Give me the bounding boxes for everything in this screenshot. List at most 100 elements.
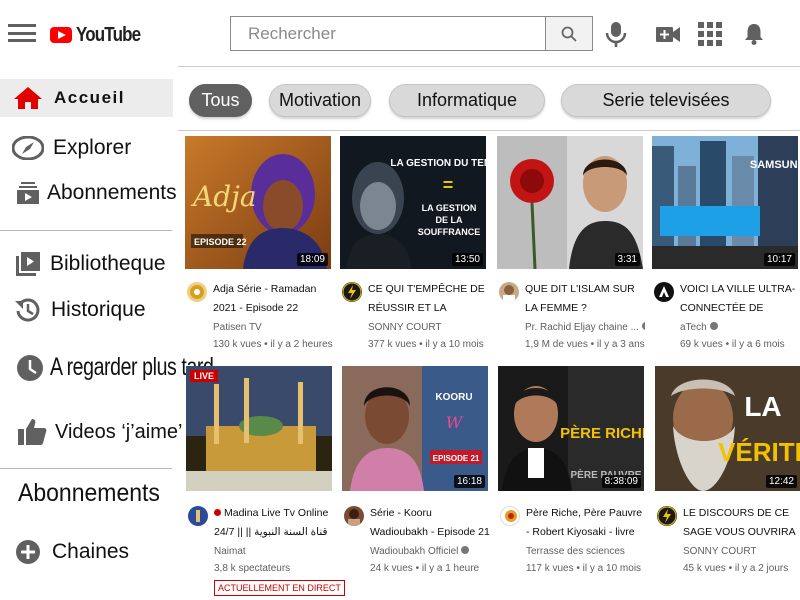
thumb-text-gestion-2: LA GESTION DE LA SOUFFRANCE [417,203,481,237]
verified-icon [461,546,470,555]
channel-avatar[interactable] [500,506,520,526]
sidebar-item-accueil[interactable]: Accueil [0,79,173,117]
channel-name[interactable]: aTech [680,321,800,335]
sidebar-item-historique[interactable]: Historique [0,296,146,324]
video-title-text: Madina Live Tv Online 24/7 || قناة السنة… [214,507,329,538]
channel-avatar[interactable] [188,506,208,526]
sidebar-item-videos-jaime[interactable]: Videos ‘j’aime’ [0,418,182,446]
video-duration: 18:09 [296,253,328,266]
channel-name[interactable]: Pr. Rachid Eljay chaine ... [525,321,645,335]
video-thumbnail[interactable]: PÈRE RICHE PÈRE PAUVRE 8:38:09 [498,366,644,491]
create-video-icon[interactable] [654,20,682,48]
channel-name-text: aTech [680,322,707,333]
video-duration: 3:31 [614,253,640,266]
video-stats: 117 k vues • il y a 10 mois [526,563,642,574]
video-thumbnail[interactable]: KOORU W EPISODE 21 16:18 [342,366,488,491]
video-stats: 130 k vues • il y a 2 heures [213,339,333,350]
video-stats: 3,8 k spectateurs [214,563,291,574]
clock-icon [14,354,46,382]
chip-motivation[interactable]: Motivation [269,84,371,117]
sidebar-section-heading: Abonnements [18,479,160,507]
video-title[interactable]: QUE DIT L'ISLAM SUR LA FEMME ? [525,280,645,318]
microphone-icon[interactable] [602,20,630,48]
thumb-text-pere-riche: PÈRE RICHE [560,425,644,442]
search-button[interactable] [545,16,593,51]
channel-avatar[interactable] [342,282,362,302]
subscriptions-icon [12,179,44,207]
sidebar-item-label: Explorer [53,136,132,159]
channel-name[interactable]: Terrasse des sciences [526,545,646,559]
apps-grid-icon[interactable] [696,20,724,48]
video-card[interactable]: LIVE Madina Live Tv Online 24/7 || قناة … [186,366,345,596]
verified-icon [641,322,645,331]
video-thumbnail[interactable]: LA VÉRITÉ 12:42 [655,366,800,491]
sidebar-item-abonnements[interactable]: Abonnements [0,179,177,207]
channel-name[interactable]: Naimat [214,545,334,559]
search-input[interactable] [231,17,546,50]
chip-serie-televisees[interactable]: Serie televisées [561,84,771,117]
thumb-text-verite: VÉRITÉ [718,437,800,467]
sidebar-item-bibliotheque[interactable]: Bibliotheque [0,250,166,278]
verified-icon [709,322,718,331]
video-title[interactable]: Adja Série - Ramadan 2021 - Episode 22 [213,280,333,318]
video-title[interactable]: Madina Live Tv Online 24/7 || قناة السنة… [214,504,334,542]
sidebar-item-label: Abonnements [47,181,177,204]
channel-name[interactable]: Wadioubakh Officiel [370,545,490,559]
chip-tous[interactable]: Tous [189,84,252,117]
channel-name[interactable]: Patisen TV [213,321,333,335]
video-duration: 12:42 [765,475,797,488]
video-card[interactable]: Adja EPISODE 22 18:09 Adja Série - Ramad… [185,136,333,352]
channel-name[interactable]: SONNY COURT [368,321,488,335]
live-tag: LIVE [190,370,219,382]
live-now-badge: ACTUELLEMENT EN DIRECT [214,580,345,596]
video-duration: 16:18 [453,475,485,488]
menu-icon[interactable] [8,24,36,42]
video-title[interactable]: Série - Kooru Wadioubakh - Episode 21 [370,504,490,542]
home-icon [12,84,44,112]
add-circle-icon [12,538,44,566]
video-card[interactable]: 3:31 QUE DIT L'ISLAM SUR LA FEMME ? Pr. … [497,136,645,352]
video-thumbnail[interactable]: LIVE [186,366,332,491]
live-dot-icon [214,508,221,516]
channel-avatar[interactable] [654,282,674,302]
sidebar-divider [0,468,172,469]
channel-name[interactable]: SONNY COURT [683,545,800,559]
notifications-bell-icon[interactable] [740,20,768,48]
thumb-text-episode: EPISODE 22 [194,237,247,247]
video-card[interactable]: PÈRE RICHE PÈRE PAUVRE 8:38:09 Père Rich… [498,366,646,576]
sidebar-item-label: Videos ‘j’aime’ [55,420,183,443]
video-card[interactable]: KOORU W EPISODE 21 16:18 Série - Kooru W… [342,366,490,576]
thumb-text-kooru: KOORU [435,392,472,403]
logo-text: YouTube [76,23,141,46]
video-title[interactable]: CE QUI T'EMPÊCHE DE RÉUSSIR ET LA SOLUTI… [368,280,488,318]
sidebar-item-chaines[interactable]: Chaines [0,538,129,566]
video-title[interactable]: Père Riche, Père Pauvre - Robert Kiyosak… [526,504,646,542]
video-duration: 8:38:09 [601,475,641,488]
video-title[interactable]: VOICI LA VILLE ULTRA-CONNECTÉE DE SAMSUN… [680,280,800,318]
video-stats: 1,9 M de vues • il y a 3 ans [525,339,645,350]
sidebar-item-label: Chaines [52,540,130,563]
chip-informatique[interactable]: Informatique [389,84,545,117]
thumb-text-gestion-1: LA GESTION DU TEMPS [390,158,486,169]
video-card[interactable]: LA VÉRITÉ 12:42 LE DISCOURS DE CE SAGE V… [655,366,800,576]
thumb-text-equals: = [443,175,454,195]
channel-avatar[interactable] [657,506,677,526]
channel-avatar[interactable] [344,506,364,526]
video-thumbnail[interactable]: SAMSUNG 10:17 [652,136,798,269]
video-duration: 10:17 [763,253,795,266]
video-stats: 377 k vues • il y a 10 mois [368,339,484,350]
video-stats: 69 k vues • il y a 6 mois [680,339,785,350]
video-thumbnail[interactable]: LA GESTION DU TEMPS = LA GESTION DE LA S… [340,136,486,269]
video-card[interactable]: SAMSUNG 10:17 VOICI LA VILLE ULTRA-CONNE… [652,136,800,352]
sidebar-item-label: Historique [51,298,146,321]
video-card[interactable]: LA GESTION DU TEMPS = LA GESTION DE LA S… [340,136,488,352]
video-thumbnail[interactable]: Adja EPISODE 22 18:09 [185,136,331,269]
youtube-logo[interactable]: YouTube [50,20,152,50]
sidebar-divider [0,230,172,231]
channel-avatar[interactable] [499,282,519,302]
video-thumbnail[interactable]: 3:31 [497,136,643,269]
sidebar-item-explorer[interactable]: Explorer [0,134,131,162]
video-title[interactable]: LE DISCOURS DE CE SAGE VOUS OUVRIRA LES … [683,504,800,542]
channel-avatar[interactable] [187,282,207,302]
search-box [230,16,546,51]
